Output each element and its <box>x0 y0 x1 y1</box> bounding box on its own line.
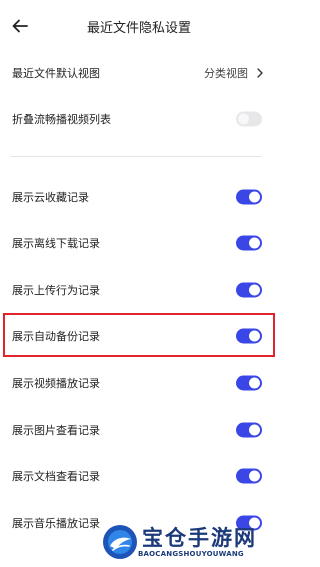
setting-label: 展示云收藏记录 <box>12 191 89 204</box>
setting-label: 展示图片查看记录 <box>12 424 100 437</box>
setting-label: 折叠流畅播视频列表 <box>12 113 111 126</box>
setting-label: 展示上传行为记录 <box>12 284 100 297</box>
setting-document-views: 展示文档查看记录 <box>0 453 278 499</box>
highlight-frame <box>3 313 275 357</box>
top-bar: 最近文件隐私设置 <box>0 0 278 52</box>
setting-upload-activity: 展示上传行为记录 <box>0 267 278 313</box>
toggle-knob <box>249 284 260 296</box>
toggle-switch[interactable] <box>236 282 262 298</box>
toggle-knob <box>249 470 260 482</box>
watermark-name: 宝仓手游网 <box>142 525 257 550</box>
setting-label: 展示视频播放记录 <box>12 377 100 390</box>
setting-label: 最近文件默认视图 <box>12 67 100 80</box>
default-view-selector[interactable]: 分类视图 <box>204 65 264 81</box>
setting-value: 分类视图 <box>204 67 248 80</box>
setting-label: 展示音乐播放记录 <box>12 517 100 530</box>
toggle-switch[interactable] <box>236 468 262 484</box>
toggle-knob <box>238 113 249 125</box>
toggle-knob <box>249 191 260 203</box>
watermark-domain: BAOCANGSHOUYOUWANG <box>138 550 244 558</box>
section-divider <box>10 156 262 157</box>
setting-image-views: 展示图片查看记录 <box>0 407 278 453</box>
setting-default-view[interactable]: 最近文件默认视图 分类视图 <box>0 50 278 96</box>
watermark-logo-icon <box>103 525 137 559</box>
setting-cloud-favorites: 展示云收藏记录 <box>0 174 278 220</box>
page-title: 最近文件隐私设置 <box>86 21 191 36</box>
toggle-switch[interactable] <box>236 235 262 251</box>
setting-fold-video-list: 折叠流畅播视频列表 <box>0 96 278 142</box>
watermark: 宝仓手游网 BAOCANGSHOUYOUWANG <box>98 518 276 566</box>
setting-offline-downloads: 展示离线下载记录 <box>0 220 278 266</box>
toggle-knob <box>249 377 260 389</box>
setting-label: 展示文档查看记录 <box>12 470 100 483</box>
setting-video-playback: 展示视频播放记录 <box>0 360 278 406</box>
toggle-switch[interactable] <box>236 189 262 205</box>
toggle-switch[interactable] <box>236 375 262 391</box>
chevron-right-icon <box>257 68 263 78</box>
toggle-switch[interactable] <box>236 422 262 438</box>
toggle-switch[interactable] <box>236 111 262 127</box>
toggle-knob <box>249 237 260 249</box>
toggle-knob <box>249 424 260 436</box>
setting-label: 展示离线下载记录 <box>12 237 100 250</box>
